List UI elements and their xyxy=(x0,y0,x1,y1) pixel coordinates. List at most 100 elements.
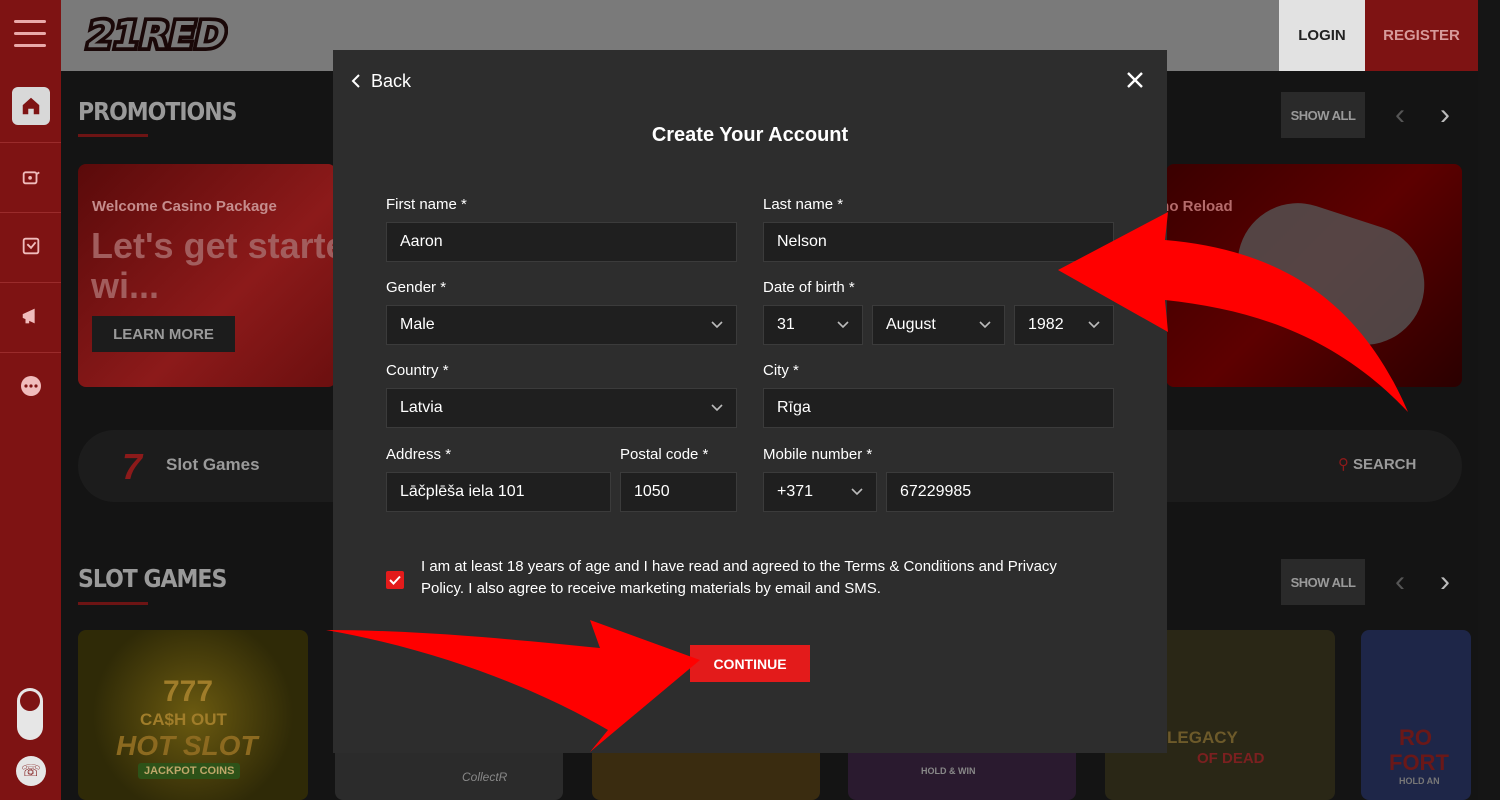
dob-month-select[interactable]: August xyxy=(872,305,1005,345)
scrollbar[interactable] xyxy=(1478,0,1500,800)
last-name-label: Last name * xyxy=(763,196,844,213)
tile-text: HOT SLOT xyxy=(116,730,258,761)
chevron-down-icon xyxy=(711,404,723,412)
learn-more-button[interactable]: LEARN MORE xyxy=(92,316,235,352)
city-label: City * xyxy=(763,362,799,379)
promotions-show-all-button[interactable]: SHOW ALL xyxy=(1281,92,1365,138)
close-icon[interactable] xyxy=(1123,68,1147,92)
mobile-number-value: 67229985 xyxy=(900,483,972,500)
mobile-label: Mobile number * xyxy=(763,446,873,463)
sidebar: ☏ xyxy=(0,0,61,800)
dob-day-value: 31 xyxy=(777,316,795,333)
create-account-modal: Back Create Your Account First name * Aa… xyxy=(333,50,1167,753)
page: PROMOTIONS SHOW ALL ‹ › Welcome Casino P… xyxy=(0,0,1500,800)
slot-games-show-all-button[interactable]: SHOW ALL xyxy=(1281,559,1365,605)
phone-prefix-value: +371 xyxy=(777,483,814,500)
tile-text: OF DEAD xyxy=(1197,750,1265,767)
gender-select[interactable]: Male xyxy=(386,305,737,345)
game-tile[interactable]: 777 CA$H OUT HOT SLOT JACKPOT COINS xyxy=(78,630,308,800)
gender-label: Gender * xyxy=(386,279,447,296)
first-name-field[interactable]: Aaron xyxy=(386,222,737,262)
promotions-icon[interactable] xyxy=(12,297,50,335)
dob-label: Date of birth * xyxy=(763,279,855,296)
promotions-prev-arrow-icon[interactable]: ‹ xyxy=(1385,98,1415,131)
tile-text: JACKPOT COINS xyxy=(138,763,241,779)
modal-title: Create Your Account xyxy=(651,124,849,146)
site-logo[interactable]: 21RED 21RED xyxy=(79,10,234,61)
theme-toggle[interactable] xyxy=(17,688,43,740)
first-name-value: Aaron xyxy=(400,233,443,250)
tile-text: RO xyxy=(1399,725,1432,750)
country-select[interactable]: Latvia xyxy=(386,388,737,428)
promo-card-reload[interactable]: ino Reload xyxy=(1166,164,1462,387)
tile-text: LEGACY xyxy=(1167,728,1238,747)
support-icon[interactable]: ☏ xyxy=(16,756,46,786)
promo-headline: Let's get started wi... xyxy=(91,225,336,306)
first-name-label: First name * xyxy=(386,196,467,213)
slot-games-prev-arrow-icon[interactable]: ‹ xyxy=(1385,565,1415,598)
promo-subtitle: ino Reload xyxy=(1166,198,1233,215)
slot-machine-image xyxy=(1222,187,1440,361)
slot-seven-icon: 7 xyxy=(122,446,143,487)
category-label[interactable]: Slot Games xyxy=(166,455,260,475)
promotions-underline xyxy=(78,134,148,137)
sports-icon[interactable] xyxy=(12,227,50,265)
tile-text: CA$H OUT xyxy=(140,710,227,729)
country-label: Country * xyxy=(386,362,449,379)
menu-icon[interactable] xyxy=(14,20,46,48)
chevron-down-icon xyxy=(711,321,723,329)
dob-year-select[interactable]: 1982 xyxy=(1014,305,1114,345)
back-button[interactable]: Back xyxy=(351,68,411,94)
tile-text: HOLD & WIN xyxy=(921,766,976,776)
login-button[interactable]: LOGIN xyxy=(1279,0,1365,71)
slot-games-title: SLOT GAMES xyxy=(78,565,227,594)
more-icon[interactable] xyxy=(12,367,50,405)
address-value: Lāčplēša iela 101 xyxy=(400,483,525,500)
sidebar-divider xyxy=(0,142,61,143)
promotions-title: PROMOTIONS xyxy=(78,98,238,127)
home-icon[interactable] xyxy=(12,87,50,125)
back-label: Back xyxy=(371,70,412,91)
sidebar-divider xyxy=(0,352,61,353)
casino-icon[interactable] xyxy=(12,157,50,195)
address-label: Address * xyxy=(386,446,452,463)
continue-button[interactable]: CONTINUE xyxy=(690,645,810,682)
phone-prefix-select[interactable]: +371 xyxy=(763,472,877,512)
dob-day-select[interactable]: 31 xyxy=(763,305,863,345)
chevron-left-icon xyxy=(351,74,360,88)
postal-code-value: 1050 xyxy=(634,483,670,500)
sidebar-divider xyxy=(0,212,61,213)
tile-text: CollectR xyxy=(462,770,508,784)
address-field[interactable]: Lāčplēša iela 101 xyxy=(386,472,611,512)
promo-card-welcome[interactable]: Welcome Casino Package Let's get started… xyxy=(78,164,336,387)
consent-text: I am at least 18 years of age and I have… xyxy=(421,558,1057,597)
game-tile[interactable]: RO FORT HOLD AN xyxy=(1361,630,1471,800)
dob-year-value: 1982 xyxy=(1028,316,1064,333)
promotions-next-arrow-icon[interactable]: › xyxy=(1430,98,1460,131)
last-name-field[interactable]: Nelson xyxy=(763,222,1114,262)
postal-code-label: Postal code * xyxy=(620,446,709,463)
slot-games-next-arrow-icon[interactable]: › xyxy=(1430,565,1460,598)
dob-month-value: August xyxy=(886,316,936,333)
tile-text: FORT xyxy=(1389,750,1449,775)
chevron-down-icon xyxy=(837,321,849,329)
chevron-down-icon xyxy=(979,321,991,329)
register-button[interactable]: REGISTER xyxy=(1365,0,1478,71)
country-value: Latvia xyxy=(400,399,443,416)
sidebar-divider xyxy=(0,282,61,283)
consent-checkbox[interactable] xyxy=(386,571,404,589)
logo-text-fill: 21RED xyxy=(82,13,228,56)
chevron-down-icon xyxy=(851,488,863,496)
postal-code-field[interactable]: 1050 xyxy=(620,472,737,512)
city-field[interactable]: Rīga xyxy=(763,388,1114,428)
search-button[interactable]: ⚲ SEARCH xyxy=(1338,455,1416,473)
search-label: SEARCH xyxy=(1353,456,1417,473)
tile-text: 777 xyxy=(163,675,214,708)
promo-subtitle: Welcome Casino Package xyxy=(92,198,277,215)
last-name-value: Nelson xyxy=(777,233,827,250)
search-icon: ⚲ xyxy=(1338,456,1349,473)
city-value: Rīga xyxy=(777,399,811,416)
tile-text: HOLD AN xyxy=(1399,776,1440,786)
mobile-number-field[interactable]: 67229985 xyxy=(886,472,1114,512)
checkmark-icon xyxy=(389,575,401,585)
